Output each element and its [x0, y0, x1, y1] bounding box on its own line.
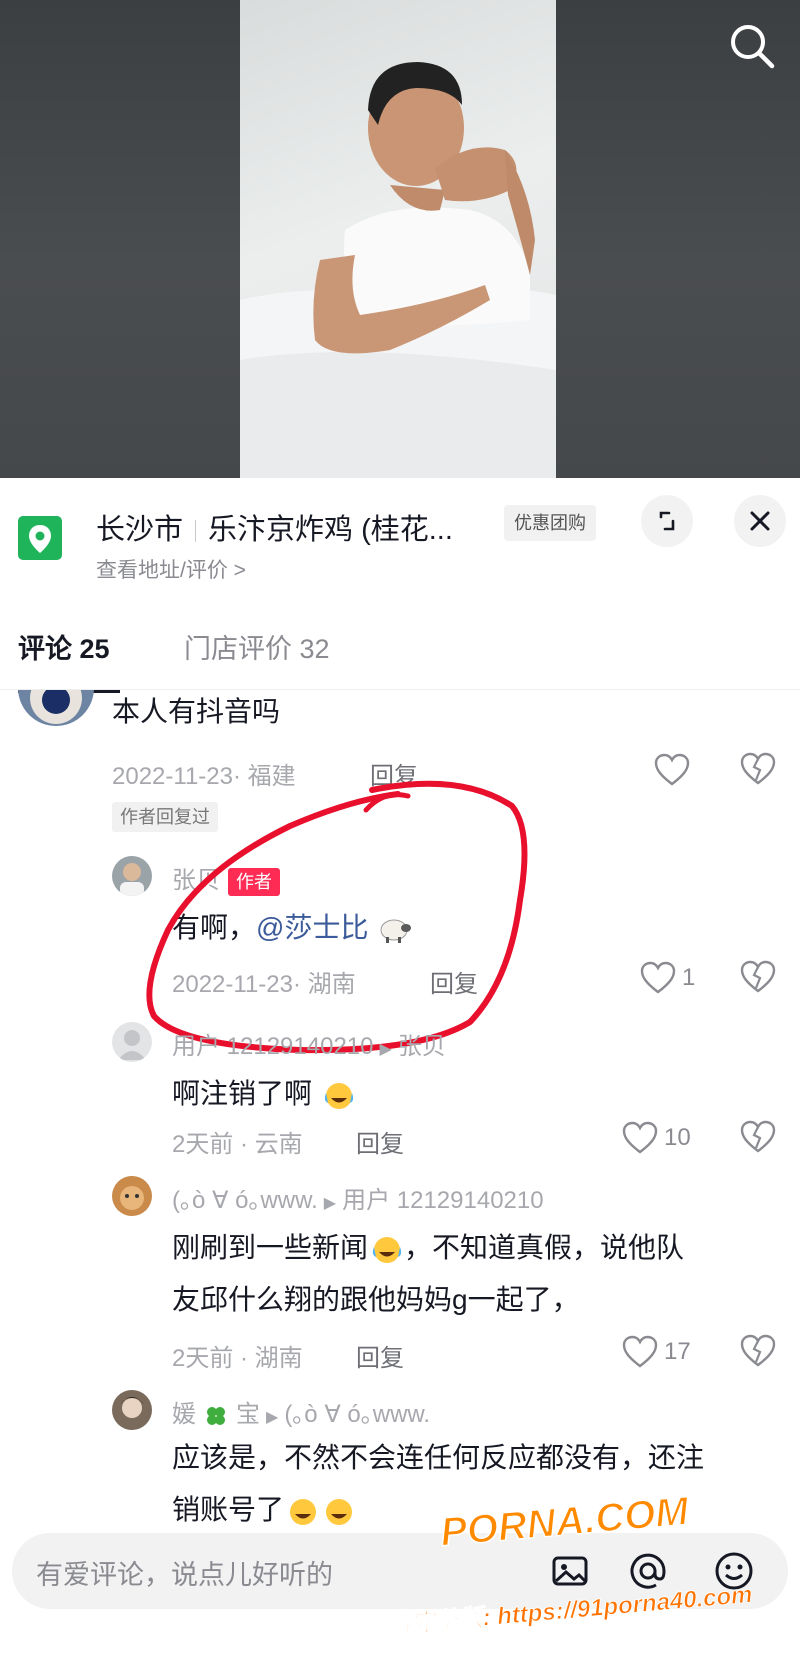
dislike-button[interactable]: [740, 1120, 776, 1156]
image-button[interactable]: [548, 1549, 592, 1593]
expand-button[interactable]: [641, 495, 693, 547]
like-count: 10: [664, 1124, 691, 1151]
reply-username: 媛宝 ▶ (｡ò ∀ ó｡www.: [172, 1401, 431, 1428]
username: (｡ò ∀ ó｡www.: [172, 1187, 318, 1214]
avatar[interactable]: [112, 1022, 152, 1062]
comment-input[interactable]: 有爱评论，说点儿好听的: [36, 1553, 333, 1592]
reply-to-user: (｡ò ∀ ó｡www.: [284, 1401, 431, 1428]
image-icon: [552, 1556, 588, 1586]
location-title[interactable]: 长沙市 乐汴京炸鸡 (桂花...: [96, 506, 453, 548]
laughing-crying-emoji-icon: [324, 1082, 353, 1109]
dislike-heart-icon: [740, 1120, 776, 1153]
reply-username: (｡ò ∀ ó｡www. ▶ 用户 12129140210: [172, 1180, 544, 1215]
view-address-link[interactable]: 查看地址/评价 >: [96, 554, 246, 584]
reply-meta: 2天前 · 湖南: [172, 1345, 303, 1372]
dislike-button[interactable]: [740, 752, 776, 788]
comment-list[interactable]: 本人有抖音吗 2022-11-23· 福建 回复 作者回复过 张贝 作者 有啊，@…: [0, 690, 800, 1535]
laughing-crying-emoji-icon: [372, 1236, 402, 1263]
dislike-heart-icon: [740, 960, 776, 993]
laughing-crying-emoji-icon: [326, 1498, 353, 1525]
location-pin-icon: [18, 516, 62, 560]
location-bar[interactable]: 长沙市 乐汴京炸鸡 (桂花... 查看地址/评价 > 优惠团购: [0, 478, 800, 588]
username: 用户 12129140210: [172, 1033, 374, 1060]
dislike-heart-icon: [740, 752, 776, 785]
reply-arrow-icon: ▶: [323, 1195, 337, 1212]
clover-icon: [207, 1406, 225, 1425]
reply-to-user: 张贝: [397, 1033, 446, 1060]
like-count: 1: [682, 964, 696, 991]
avatar[interactable]: [18, 690, 94, 726]
comment-text: 本人有抖音吗: [112, 696, 281, 727]
comment-tabs: 评论 25 门店评价 32: [0, 624, 800, 690]
like-button[interactable]: 17: [622, 1332, 691, 1372]
dislike-heart-icon: [740, 1334, 776, 1367]
group-deal-tag[interactable]: 优惠团购: [504, 505, 596, 541]
reply-text-line2: 销账号了: [172, 1490, 356, 1530]
tab-comments[interactable]: 评论 25: [18, 624, 110, 674]
reply-text: 刚刷到一些新闻 ，不知道真假，说他队: [172, 1232, 685, 1263]
reply-arrow-icon: ▶: [379, 1041, 392, 1058]
like-button[interactable]: 10: [622, 1118, 691, 1158]
avatar[interactable]: [112, 1176, 152, 1216]
avatar[interactable]: [112, 1390, 152, 1430]
annotation-circle: [146, 780, 528, 1054]
video-player[interactable]: [0, 0, 800, 478]
expand-icon: [659, 511, 675, 531]
reply-username: 用户 12129140210 ▶ 张贝: [172, 1026, 446, 1061]
search-button[interactable]: [724, 18, 780, 74]
close-icon: [750, 511, 770, 531]
username: 媛: [172, 1401, 196, 1428]
close-button[interactable]: [734, 495, 786, 547]
reply-button[interactable]: 回复: [356, 1338, 404, 1373]
dislike-button[interactable]: [740, 960, 776, 996]
like-button[interactable]: [654, 750, 690, 790]
store-name: 乐汴京炸鸡 (桂花...: [208, 514, 453, 546]
reply-arrow-icon: ▶: [266, 1409, 279, 1426]
heart-icon: [640, 961, 676, 994]
title-divider: [195, 520, 197, 543]
like-button[interactable]: 1: [640, 958, 695, 998]
reply-text: 啊注销了啊: [172, 1074, 356, 1114]
video-thumbnail: [240, 0, 556, 478]
reply-text-line2: 友邱什么翔的跟他妈妈g一起了，: [172, 1284, 580, 1315]
search-icon: [731, 25, 775, 69]
tab-store-reviews[interactable]: 门店评价 32: [184, 624, 330, 674]
dislike-button[interactable]: [740, 1334, 776, 1370]
heart-icon: [622, 1335, 658, 1368]
laughing-crying-emoji-icon: [290, 1498, 317, 1525]
like-count: 17: [664, 1338, 691, 1365]
reply-text: 应该是，不然不会连任何反应都没有，还注: [172, 1442, 705, 1473]
heart-icon: [622, 1121, 658, 1154]
reply-meta: 2天前 · 云南: [172, 1131, 303, 1158]
heart-icon: [654, 753, 690, 786]
location-city: 长沙市: [96, 514, 184, 546]
reply-to-user: 用户 12129140210: [342, 1187, 544, 1214]
reply-button[interactable]: 回复: [356, 1124, 404, 1159]
